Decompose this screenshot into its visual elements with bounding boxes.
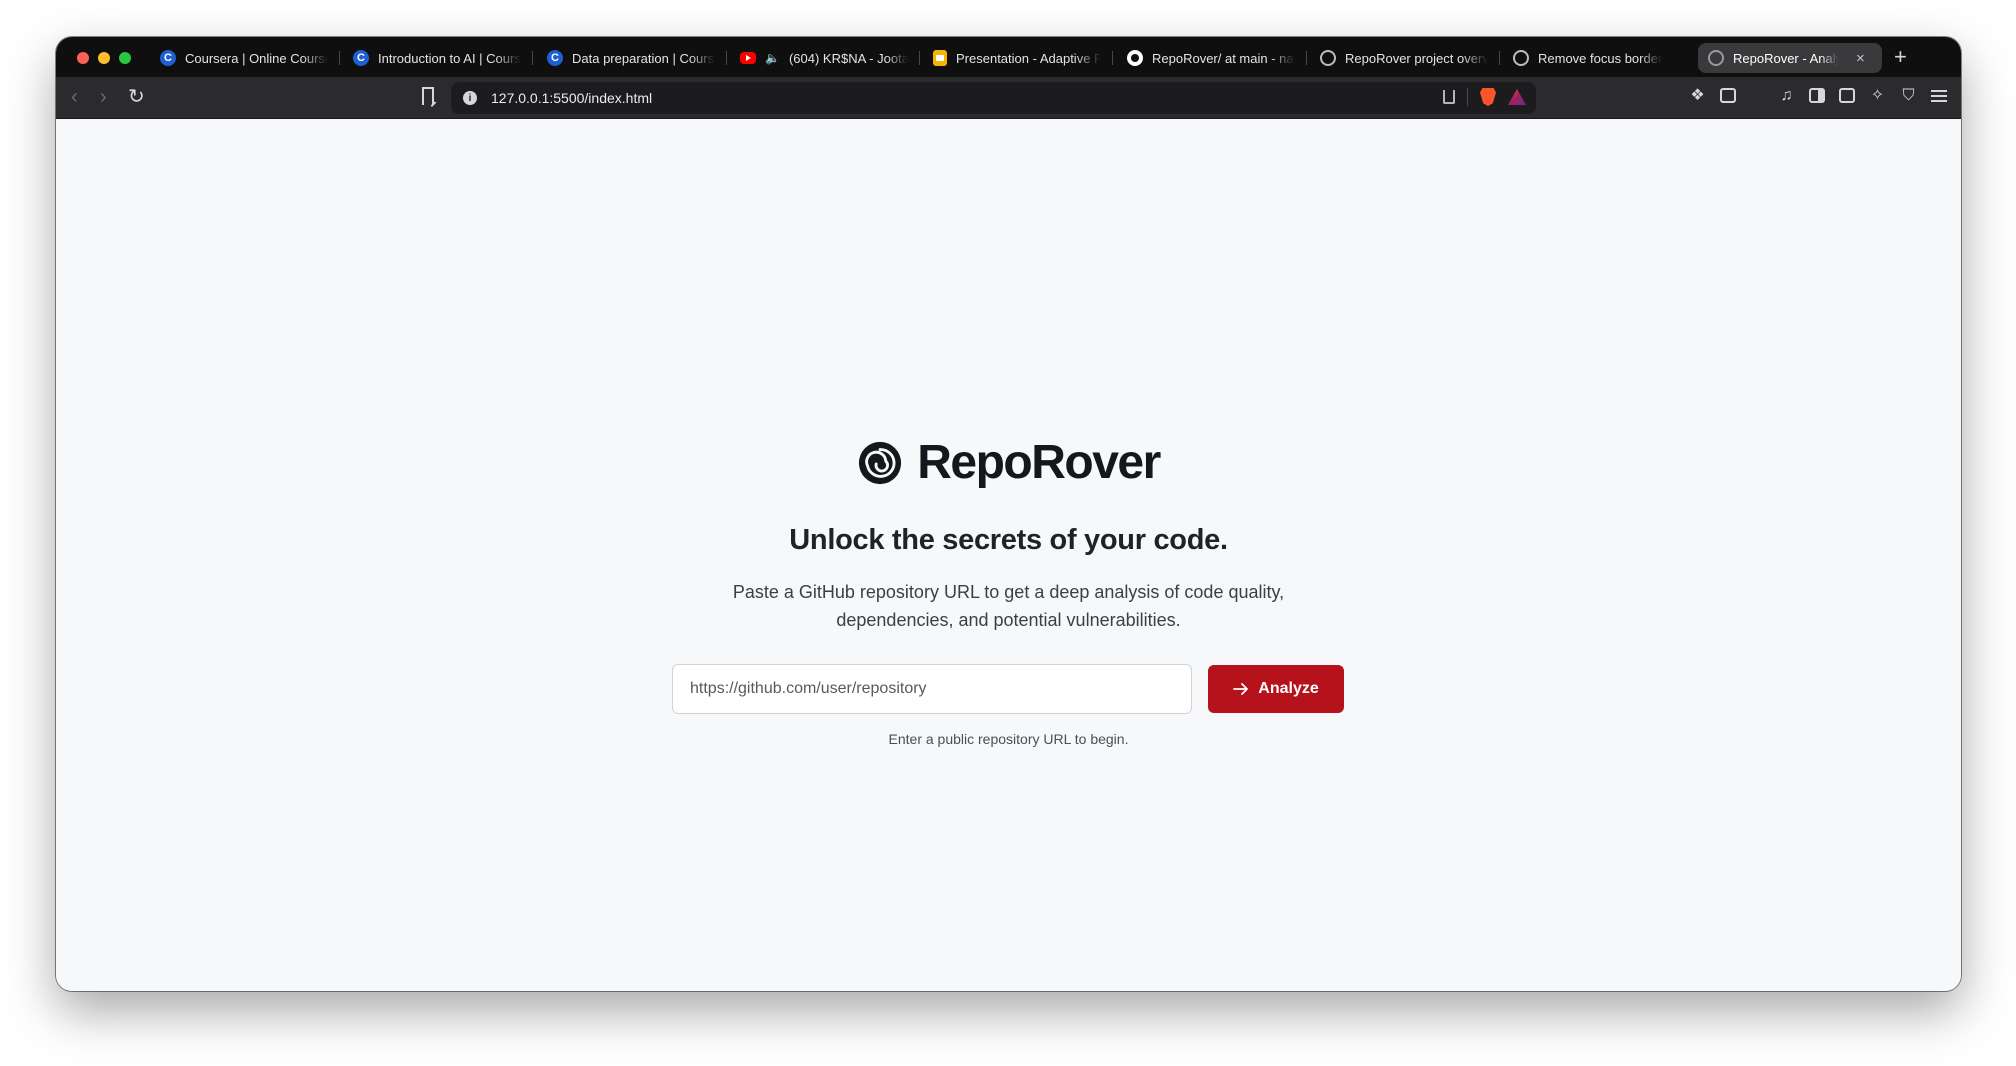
media-controls-icon[interactable]: ♫ [1778, 87, 1795, 104]
bookmark-icon[interactable] [422, 87, 434, 105]
tab-title: RepoRover/ at main - nath [1152, 50, 1295, 66]
back-icon[interactable]: ‹ [71, 85, 78, 109]
coursera-icon: C [547, 50, 563, 66]
tab-title: Data preparation | Coursera [572, 50, 715, 66]
site-info-icon[interactable]: i [463, 91, 477, 105]
description-line-2: dependencies, and potential vulnerabilit… [836, 610, 1181, 630]
close-window-button[interactable] [77, 52, 89, 64]
extensions-icon[interactable]: ❖ [1689, 87, 1706, 104]
speaker-icon[interactable]: 🔈 [765, 51, 780, 65]
tab-title: Coursera | Online Courses & Credentials … [185, 50, 328, 66]
description-line-1: Paste a GitHub repository URL to get a d… [732, 582, 1285, 602]
tab-presentation[interactable]: Presentation - Adaptive Retrieval [923, 43, 1111, 73]
tab-title: Introduction to AI | Coursera [378, 50, 521, 66]
analyze-button-label: Analyze [1258, 680, 1319, 697]
arrow-right-icon [1233, 683, 1249, 695]
tab-youtube[interactable]: 🔈 (604) KR$NA - Joota Japani [730, 43, 918, 73]
toolbar-actions: ❖ ♫ ✧ ⛉ [1689, 87, 1947, 104]
chatgpt-icon [1513, 50, 1529, 66]
coursera-icon: C [160, 50, 176, 66]
tab-separator [1112, 51, 1113, 65]
wallet-icon[interactable] [1839, 88, 1855, 103]
tab-github[interactable]: RepoRover/ at main - nath [1117, 43, 1305, 73]
spiral-logo-icon [859, 441, 902, 484]
input-hint: Enter a public repository URL to begin. [888, 731, 1129, 747]
browser-toolbar: ‹ › ↻ i 127.0.0.1:5500/index.html ❖ ♫ ✧ … [56, 77, 1961, 119]
tab-separator [339, 51, 340, 65]
tab-intro-ai[interactable]: C Introduction to AI | Coursera [343, 43, 531, 73]
tab-title: Presentation - Adaptive Retrieval [956, 50, 1101, 66]
coursera-icon: C [353, 50, 369, 66]
reload-icon[interactable]: ↻ [128, 85, 145, 109]
sidebar-icon[interactable] [1809, 88, 1825, 103]
minimize-window-button[interactable] [98, 52, 110, 64]
tab-separator [726, 51, 727, 65]
share-icon[interactable] [1443, 90, 1455, 104]
tab-separator [1306, 51, 1307, 65]
vpn-shield-icon[interactable]: ⛉ [1900, 87, 1917, 104]
address-bar-actions [1443, 88, 1526, 106]
address-text[interactable]: 127.0.0.1:5500/index.html [491, 90, 652, 106]
tab-strip: C Coursera | Online Courses & Credential… [56, 37, 1961, 77]
tab-separator [919, 51, 920, 65]
tab-reporover-active[interactable]: RepoRover - Analyze × [1698, 43, 1882, 73]
forward-icon[interactable]: › [100, 85, 107, 109]
tab-search-icon[interactable] [1720, 88, 1736, 103]
globe-icon [1708, 50, 1724, 66]
brand-logo: RepoRover [56, 435, 1961, 490]
tab-title: RepoRover project overview [1345, 50, 1488, 66]
menu-icon[interactable] [1931, 89, 1947, 102]
analyze-form: Analyze [672, 664, 1344, 714]
page-description: Paste a GitHub repository URL to get a d… [56, 578, 1961, 634]
brand-name: RepoRover [917, 436, 1161, 489]
close-tab-icon[interactable]: × [1856, 50, 1865, 67]
window-controls [77, 52, 131, 64]
page-content: RepoRover Unlock the secrets of your cod… [56, 120, 1961, 991]
tab-project-overview[interactable]: RepoRover project overview [1310, 43, 1498, 73]
address-bar[interactable]: i 127.0.0.1:5500/index.html [451, 82, 1536, 114]
tab-title: Remove focus border [1538, 50, 1663, 66]
tab-title: RepoRover - Analyze [1733, 50, 1839, 66]
tab-remove-focus-border[interactable]: Remove focus border [1503, 43, 1691, 73]
tab-separator [532, 51, 533, 65]
youtube-icon [740, 52, 756, 64]
new-tab-button[interactable]: + [1894, 45, 1907, 69]
tab-coursera[interactable]: C Coursera | Online Courses & Credential… [150, 43, 338, 73]
tab-separator [1499, 51, 1500, 65]
maximize-window-button[interactable] [119, 52, 131, 64]
brave-shields-icon[interactable] [1480, 88, 1496, 106]
chatgpt-icon [1320, 50, 1336, 66]
tab-title: (604) KR$NA - Joota Japani [788, 50, 908, 66]
analyze-button[interactable]: Analyze [1208, 665, 1344, 713]
brave-rewards-icon[interactable] [1508, 89, 1526, 105]
page-title: Unlock the secrets of your code. [789, 524, 1228, 556]
divider [1467, 88, 1468, 106]
browser-window: C Coursera | Online Courses & Credential… [56, 37, 1961, 991]
tab-data-preparation[interactable]: C Data preparation | Coursera [537, 43, 725, 73]
github-icon [1127, 50, 1143, 66]
leo-ai-icon[interactable]: ✧ [1869, 87, 1886, 104]
google-slides-icon [933, 50, 947, 66]
repository-url-input[interactable] [672, 664, 1192, 714]
